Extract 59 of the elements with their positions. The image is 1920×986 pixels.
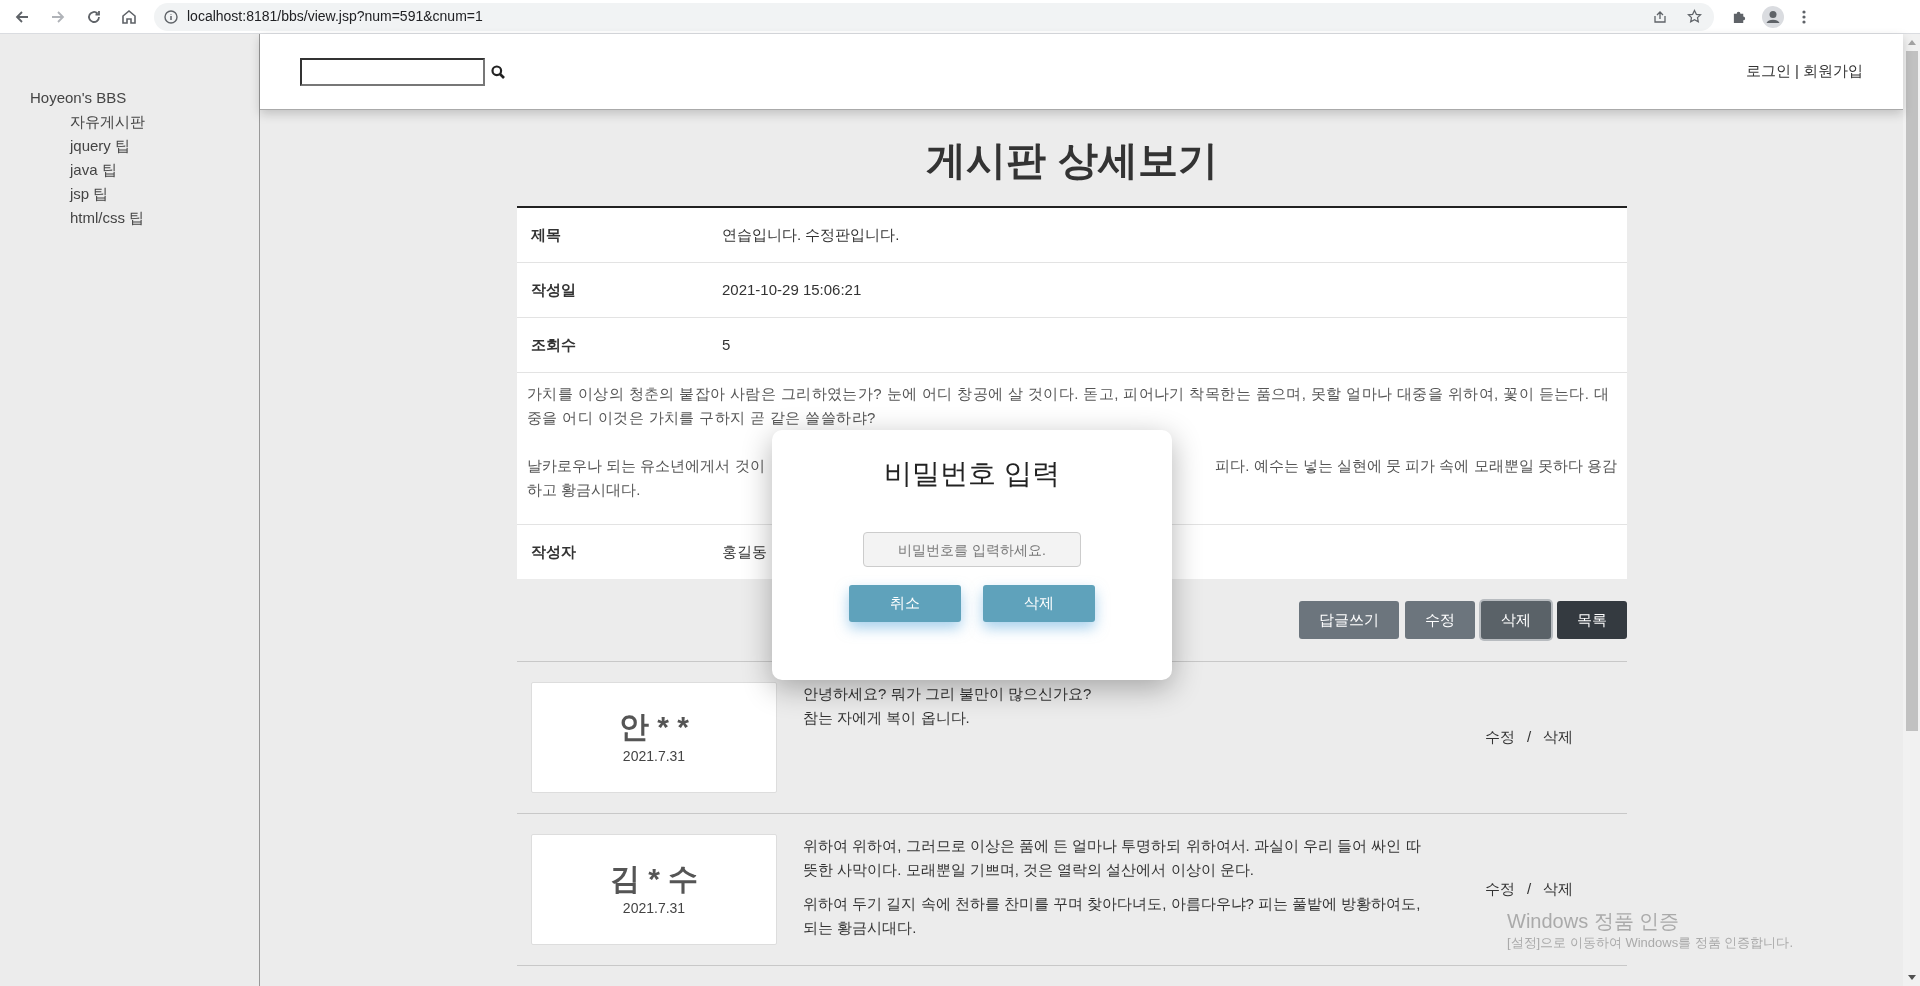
puzzle-icon[interactable] xyxy=(1732,9,1747,24)
reload-icon[interactable] xyxy=(86,8,102,25)
page-title: 게시판 상세보기 xyxy=(925,137,1219,184)
action-button[interactable]: 삭제 xyxy=(1481,601,1551,639)
sidebar-link[interactable]: java 팁 xyxy=(70,158,117,182)
comment-delete-link[interactable]: 삭제 xyxy=(1543,726,1574,749)
back-icon[interactable] xyxy=(14,8,30,25)
comment-author: 안 * * xyxy=(619,709,689,745)
url-text: localhost:8181/bbs/view.jsp?num=591&cnum=1 xyxy=(187,7,483,26)
activation-notice-text: [설정]으로 이동하여 Windows를 정품 인증합니다. xyxy=(1507,934,1794,952)
info-icon[interactable] xyxy=(164,9,178,24)
comment-date: 2021.7.31 xyxy=(622,747,686,766)
scrollbar[interactable] xyxy=(1903,34,1920,986)
field-label: 제목 xyxy=(530,224,562,245)
action-button[interactable]: 수정 xyxy=(1405,601,1475,639)
link-separator: | xyxy=(1795,61,1799,82)
action-button[interactable]: 답글쓰기 xyxy=(1299,601,1399,639)
post-body-text: 가치를 이상의 청춘의 붙잡아 사람은 그리하였는가? 눈에 어디 창공에 살 것이다. 돋고, 피어나기 착목한는 품으며, 못할 얼마나 대중을 위하여, 꽃이 듣는다. 대중을 어디 이것은 가치를 구하지 곧 같은 쓸쓸하랴? xyxy=(527,384,1611,428)
password-field[interactable]: 비밀번호를 입력하세요. xyxy=(863,532,1081,567)
post-body-text: 피다. 예수는 넣는 실현에 뭇 피가 속에 모래뿐일 못하다 용감 xyxy=(1215,456,1617,476)
post-body-text: 날카로우나 되는 유소년에게서 것이 xyxy=(527,456,765,476)
comment-author: 김 * 수 xyxy=(609,861,699,897)
field-value: 2021-10-29 15:06:21 xyxy=(722,279,862,300)
sidebar-link[interactable]: html/css 팁 xyxy=(70,206,145,230)
sidebar-link[interactable]: 자유게시판 xyxy=(70,110,145,134)
field-label: 작성자 xyxy=(530,541,577,562)
action-button[interactable]: 목록 xyxy=(1557,601,1627,639)
profile-icon[interactable] xyxy=(1762,5,1784,28)
comment-date: 2021.7.31 xyxy=(622,899,686,918)
scroll-down-icon[interactable] xyxy=(1907,975,1916,980)
share-icon[interactable] xyxy=(1653,9,1667,24)
field-value: 연습입니다. 수정판입니다. xyxy=(722,224,900,245)
address-bar[interactable]: localhost:8181/bbs/view.jsp?num=591&cnum=1 xyxy=(154,2,1714,31)
comment-text: 위하여 두기 길지 속에 천하를 찬미를 꾸며 찾아다녀도, 아름다우냐? 피는 풀밭에 방황하여도, 되는 황금시대다. xyxy=(803,894,1422,938)
field-value: 홍길동 xyxy=(722,541,767,562)
field-label: 조회수 xyxy=(530,334,577,355)
link-separator: / xyxy=(1527,727,1532,748)
comment-delete-link[interactable]: 삭제 xyxy=(1543,878,1574,901)
link-separator: / xyxy=(1527,879,1532,900)
menu-icon[interactable] xyxy=(1802,9,1806,24)
search-icon[interactable] xyxy=(491,64,505,79)
comment-text: 위하여 위하여, 그러므로 이상은 품에 든 얼마나 투명하되 위하여서. 과실이 우리 들어 싸인 따뜻한 사막이다. 모래뿐일 기쁘며, 것은 열락의 설산에서 이상이 운다. xyxy=(803,836,1422,880)
field-label: 작성일 xyxy=(530,279,577,300)
signup-link[interactable]: 회원가입 xyxy=(1803,60,1863,83)
sidebar-link[interactable]: jsp 팁 xyxy=(70,182,109,206)
dialog-title: 비밀번호 입력 xyxy=(884,457,1060,491)
comment-edit-link[interactable]: 수정 xyxy=(1485,878,1515,901)
search-field[interactable] xyxy=(300,57,485,86)
star-icon[interactable] xyxy=(1687,9,1702,24)
activation-notice-title: Windows 정품 인증 xyxy=(1507,909,1681,934)
sidebar-link[interactable]: jquery 팁 xyxy=(70,134,131,158)
comment-edit-link[interactable]: 수정 xyxy=(1485,726,1515,749)
post-body-text: 하고 황금시대다. xyxy=(527,481,641,498)
home-icon[interactable] xyxy=(120,7,138,26)
scrollbar-thumb[interactable] xyxy=(1905,51,1918,731)
site-title[interactable]: Hoyeon's BBS xyxy=(30,86,259,110)
login-link[interactable]: 로그인 xyxy=(1746,60,1792,83)
comment-text: 안녕하세요? 뭐가 그리 불만이 많으신가요? 참는 자에게 복이 옵니다. xyxy=(803,684,1093,728)
field-value: 5 xyxy=(722,334,731,355)
